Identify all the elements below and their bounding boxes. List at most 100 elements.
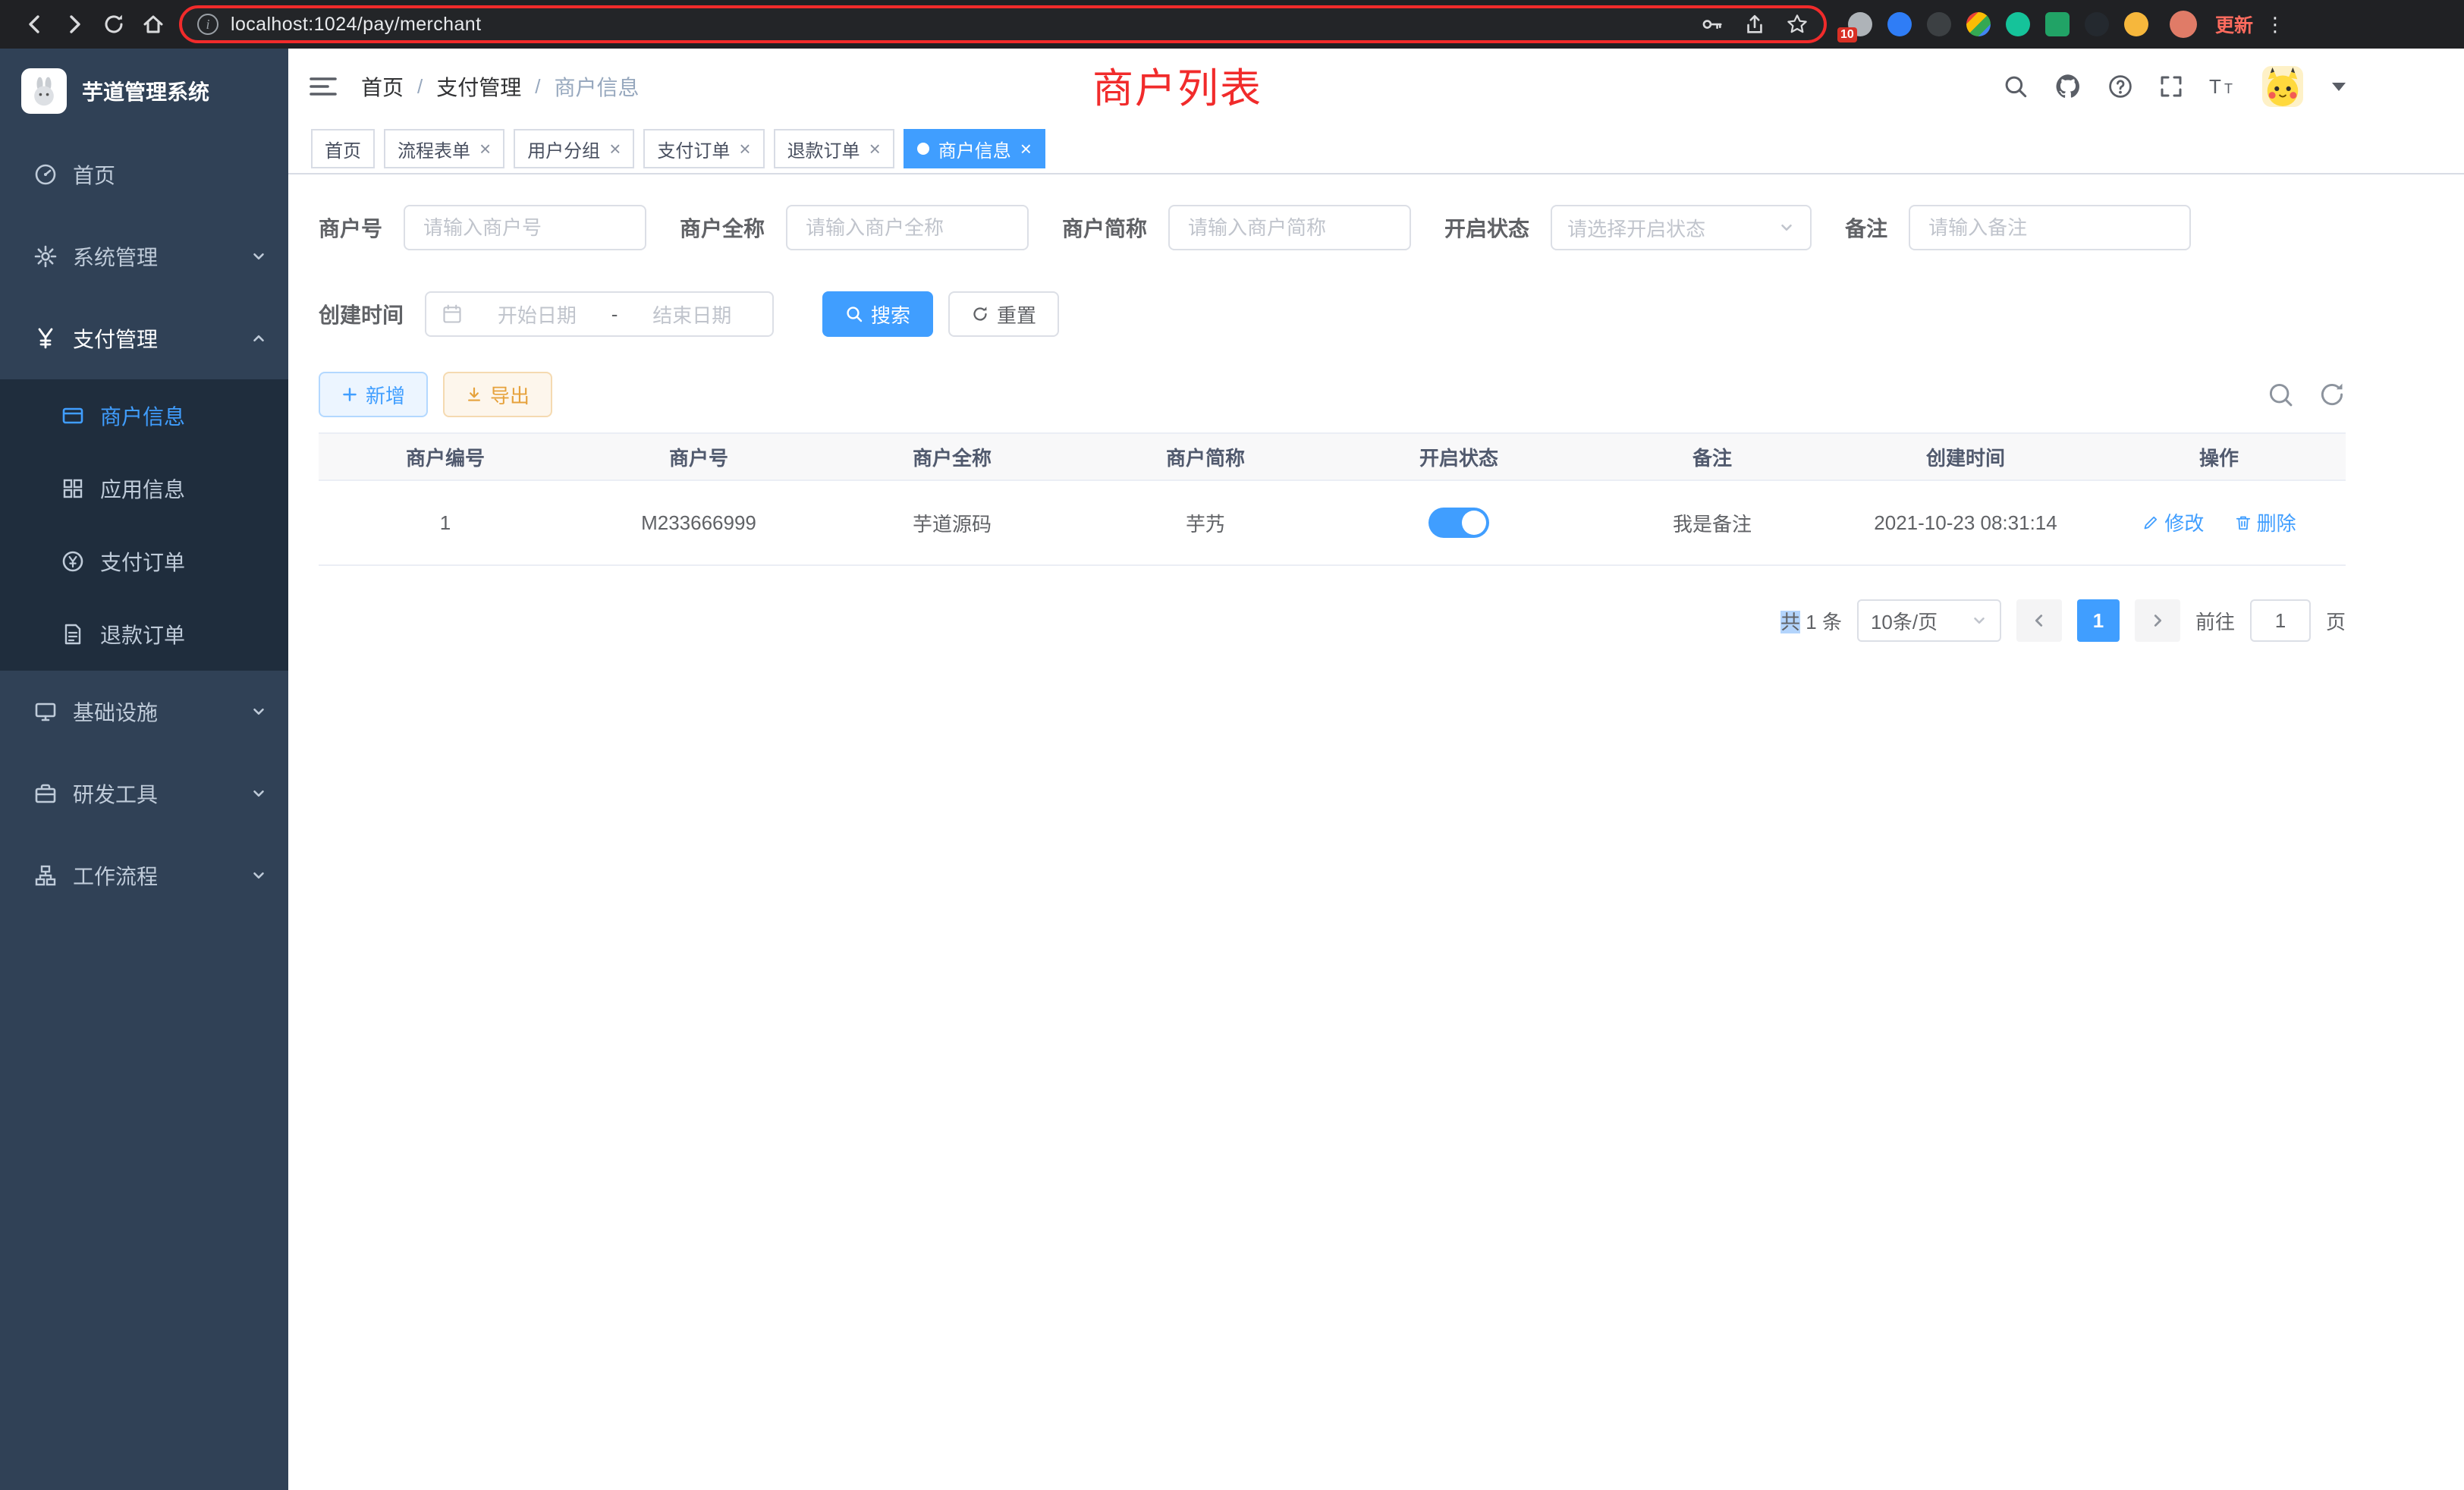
short-name-input[interactable]: [1168, 205, 1411, 250]
help-icon[interactable]: [2107, 74, 2133, 99]
sidebar-item-dev-tools[interactable]: 研发工具: [0, 753, 288, 835]
full-name-input[interactable]: [786, 205, 1029, 250]
col-header: 创建时间: [1839, 443, 2092, 471]
close-icon[interactable]: ×: [479, 139, 491, 159]
goto-page-input[interactable]: [2250, 599, 2311, 642]
tab-home[interactable]: 首页: [311, 129, 375, 168]
fullscreen-icon[interactable]: [2159, 74, 2183, 99]
ext-icon-green-square[interactable]: [2045, 12, 2070, 36]
github-icon[interactable]: [2054, 73, 2082, 100]
table-row: 1 M233666999 芋道源码 芋艿 我是备注 2021-10-23 08:…: [319, 481, 2346, 566]
edit-link-label: 修改: [2164, 508, 2204, 536]
sidebar-item-infrastructure[interactable]: 基础设施: [0, 671, 288, 753]
chevron-down-icon: [1971, 612, 1988, 629]
sidebar-item-label: 基础设施: [73, 696, 158, 727]
close-icon[interactable]: ×: [1020, 139, 1032, 159]
sidebar-item-merchant-info[interactable]: 商户信息: [0, 379, 288, 452]
close-icon[interactable]: ×: [869, 139, 881, 159]
cell-create-time: 2021-10-23 08:31:14: [1839, 511, 2092, 535]
tab-label: 退款订单: [787, 136, 860, 162]
export-button-label: 导出: [490, 381, 530, 409]
ext-icon-green-check[interactable]: [2006, 12, 2030, 36]
col-header: 商户全称: [825, 443, 1079, 471]
next-page-button[interactable]: [2135, 599, 2180, 642]
status-toggle[interactable]: [1428, 508, 1489, 538]
tab-user-group[interactable]: 用户分组 ×: [514, 129, 634, 168]
breadcrumb: 首页 / 支付管理 / 商户信息: [361, 71, 640, 102]
search-button[interactable]: 搜索: [822, 291, 933, 337]
home-button[interactable]: [134, 5, 173, 44]
hide-search-icon-button[interactable]: [2267, 381, 2294, 408]
refresh-button[interactable]: [2318, 381, 2346, 408]
filter-row-2: 创建时间 开始日期 - 结束日期 搜索 重置: [319, 291, 2346, 337]
sidebar-item-refund-order[interactable]: 退款订单: [0, 598, 288, 671]
bookmark-star-icon[interactable]: [1786, 13, 1809, 36]
reload-button[interactable]: [94, 5, 134, 44]
forward-button[interactable]: [55, 5, 94, 44]
edit-link[interactable]: 修改: [2142, 508, 2204, 536]
password-key-icon[interactable]: [1701, 13, 1724, 36]
gear-icon: [33, 244, 58, 269]
reset-button[interactable]: 重置: [948, 291, 1059, 337]
page-size-select[interactable]: 10条/页: [1857, 599, 2001, 642]
sidebar-item-system[interactable]: 系统管理: [0, 215, 288, 297]
user-menu-chevron-down-icon[interactable]: [2332, 83, 2346, 91]
table-header-row: 商户编号 商户号 商户全称 商户简称 开启状态 备注 创建时间 操作: [319, 432, 2346, 481]
pagination: 共 1 条 10条/页 1 前往 页: [319, 599, 2346, 642]
svg-text:T: T: [2209, 75, 2221, 98]
browser-update-button[interactable]: 更新: [2215, 11, 2253, 38]
ext-icon-multicolor[interactable]: [1966, 12, 1991, 36]
sidebar-item-label: 研发工具: [73, 778, 158, 809]
tab-merchant-info[interactable]: 商户信息×: [904, 129, 1045, 168]
merchant-no-input[interactable]: [404, 205, 646, 250]
tab-pay-order[interactable]: 支付订单×: [643, 129, 764, 168]
cell-full-name: 芋道源码: [825, 509, 1079, 537]
delete-link[interactable]: 删除: [2234, 508, 2296, 536]
browser-profile-avatar[interactable]: [2170, 11, 2197, 38]
create-time-label: 创建时间: [319, 299, 404, 329]
breadcrumb-payment[interactable]: 支付管理: [436, 71, 521, 102]
yen-icon: [33, 326, 58, 350]
breadcrumb-current: 商户信息: [555, 71, 640, 102]
page-1-button[interactable]: 1: [2077, 599, 2120, 642]
back-button[interactable]: [15, 5, 55, 44]
sidebar-item-payment[interactable]: 支付管理: [0, 297, 288, 379]
ext-icon-dark[interactable]: [1927, 12, 1951, 36]
sidebar-item-pay-order[interactable]: 支付订单: [0, 525, 288, 598]
pay-order-icon: [61, 549, 85, 574]
short-name-label: 商户简称: [1062, 212, 1147, 243]
prev-page-button[interactable]: [2016, 599, 2062, 642]
search-icon[interactable]: [2003, 74, 2029, 99]
chevron-down-icon: [250, 867, 267, 884]
add-button[interactable]: 新增: [319, 372, 428, 417]
ext-icon-blue-drop[interactable]: [1887, 12, 1912, 36]
sidebar-item-workflow[interactable]: 工作流程: [0, 835, 288, 916]
close-icon[interactable]: ×: [609, 139, 621, 159]
address-bar[interactable]: i localhost:1024/pay/merchant: [179, 5, 1827, 43]
user-avatar[interactable]: [2262, 66, 2303, 107]
font-size-icon[interactable]: TT: [2209, 75, 2236, 98]
status-select[interactable]: 请选择开启状态: [1551, 205, 1812, 250]
breadcrumb-home[interactable]: 首页: [361, 71, 404, 102]
ext-icon-orange-face[interactable]: [2124, 12, 2148, 36]
sidebar-item-home[interactable]: 首页: [0, 134, 288, 215]
reset-button-label: 重置: [997, 300, 1036, 328]
tab-refund-order[interactable]: 退款订单 ×: [774, 129, 894, 168]
export-button[interactable]: 导出: [443, 372, 552, 417]
sidebar-toggle-hamburger-icon[interactable]: [310, 74, 337, 99]
close-icon[interactable]: ×: [739, 139, 750, 159]
app-logo-row[interactable]: 芋道管理系统: [0, 49, 288, 134]
sidebar-item-label: 支付订单: [100, 546, 185, 577]
share-icon[interactable]: [1743, 13, 1766, 36]
calendar-icon: [442, 303, 463, 325]
remark-input[interactable]: [1909, 205, 2191, 250]
ext-icon-black[interactable]: [2085, 12, 2109, 36]
sidebar-item-app-info[interactable]: 应用信息: [0, 452, 288, 525]
tab-process-form[interactable]: 流程表单×: [384, 129, 504, 168]
extensions-puzzle-icon[interactable]: 10: [1848, 12, 1872, 36]
site-info-icon[interactable]: i: [197, 14, 218, 35]
tab-label: 用户分组: [527, 136, 600, 162]
browser-menu-kebab-icon[interactable]: ⋮: [2265, 13, 2285, 36]
create-time-range-picker[interactable]: 开始日期 - 结束日期: [425, 291, 774, 337]
page-content: 商户号 商户全称 商户简称 开启状态 请选择开启状态 备注: [288, 174, 2464, 642]
